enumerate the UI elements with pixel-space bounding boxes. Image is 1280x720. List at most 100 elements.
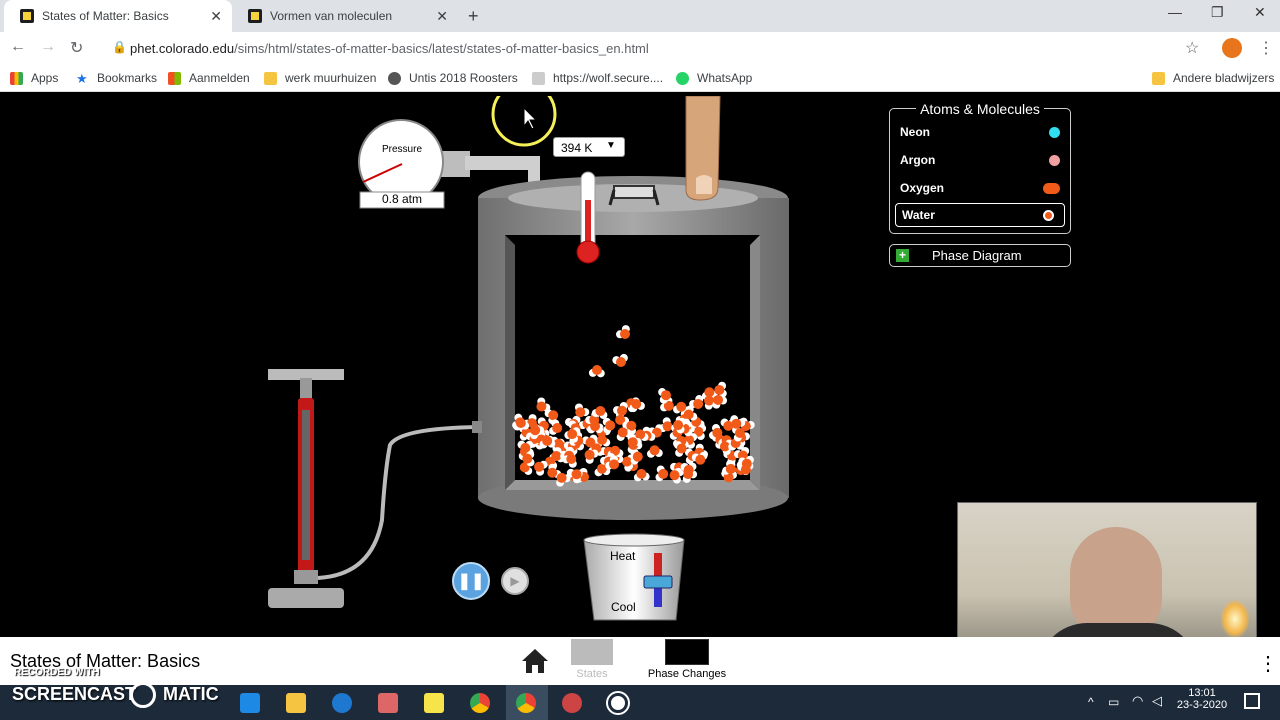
folder-icon <box>264 71 277 85</box>
expand-plus-icon: + <box>896 249 909 262</box>
wifi-icon[interactable]: ◠ <box>1132 693 1143 709</box>
reload-icon[interactable]: ↻ <box>70 38 83 58</box>
minimize-icon[interactable]: — <box>1168 4 1182 20</box>
menu-icon[interactable]: ⋮ <box>1258 38 1274 58</box>
bookmark-whatsapp[interactable]: WhatsApp <box>676 71 752 85</box>
volume-icon[interactable]: ◁ <box>1152 693 1162 709</box>
states-label: States <box>576 668 608 680</box>
bookmark-aanmelden[interactable]: Aanmelden <box>168 71 250 85</box>
radio-neon[interactable]: Neon <box>890 123 1070 145</box>
window-close-icon[interactable]: ✕ <box>1254 4 1266 21</box>
watermark-brand: SCREENCAST <box>12 684 137 704</box>
file-explorer-icon[interactable] <box>286 693 306 713</box>
screen-phase-changes-button[interactable]: Phase Changes <box>644 639 730 683</box>
screencast-icon[interactable] <box>608 693 628 713</box>
simulation-canvas: Pressure 0.8 atm 394 K ▼ Heat Cool ❚❚ ▶ … <box>0 96 1280 637</box>
phase-changes-screen-icon <box>665 639 709 665</box>
bookmark-apps[interactable]: Apps <box>10 71 58 85</box>
lamp-light <box>1220 599 1250 637</box>
tray-chevron-icon[interactable]: ^ <box>1088 695 1094 709</box>
radio-argon[interactable]: Argon <box>890 151 1070 173</box>
presenter-shirt <box>1038 623 1198 637</box>
url-host: phet.colorado.edu <box>130 40 235 56</box>
close-tab-icon[interactable]: ✕ <box>436 8 448 25</box>
internet-explorer-icon[interactable] <box>332 693 352 713</box>
extension-icon[interactable] <box>1222 38 1242 58</box>
chrome-active-icon[interactable] <box>516 693 536 713</box>
whatsapp-icon <box>676 71 689 85</box>
clock-time: 13:01 <box>1188 687 1216 699</box>
maximize-icon[interactable]: ❐ <box>1211 4 1224 21</box>
heat-cool-slider[interactable] <box>643 575 673 589</box>
screen-states-button[interactable]: States <box>568 639 616 683</box>
phase-diagram-label: Phase Diagram <box>932 248 1022 263</box>
oxygen-molecule-icon <box>1043 183 1060 194</box>
states-screen-icon <box>571 639 613 665</box>
phet-favicon-icon <box>248 9 262 23</box>
phet-favicon-icon <box>20 9 34 23</box>
pressure-label: Pressure <box>381 144 422 155</box>
water-molecule-icon <box>1043 210 1054 221</box>
clock[interactable]: 13:01 23-3-2020 <box>1170 687 1234 711</box>
clock-date: 23-3-2020 <box>1176 699 1228 711</box>
dropdown-arrow-icon: ▼ <box>606 140 616 151</box>
close-tab-icon[interactable]: ✕ <box>210 8 222 25</box>
sticky-notes-icon[interactable] <box>424 693 444 713</box>
sim-app-icon[interactable] <box>562 693 582 713</box>
battery-icon[interactable]: ▭ <box>1108 695 1119 709</box>
mouse-cursor-icon <box>523 106 538 130</box>
step-icon: ▶ <box>510 574 520 588</box>
argon-atom-icon <box>1049 155 1060 166</box>
atoms-panel-title: Atoms & Molecules <box>916 101 1044 117</box>
home-button[interactable] <box>520 647 550 675</box>
phase-changes-label: Phase Changes <box>647 668 727 680</box>
bookmarks-bar: Apps ★ Bookmarks Aanmelden werk muurhuize… <box>0 64 1280 92</box>
lock-icon: 🔒 <box>112 40 127 54</box>
temperature-readout[interactable]: 394 K ▼ <box>553 137 625 157</box>
browser-tab-bar: States of Matter: Basics ✕ Vormen van mo… <box>0 0 1280 32</box>
atoms-molecules-panel: Atoms & Molecules Neon Argon Oxygen Wate… <box>889 101 1071 234</box>
new-tab-icon[interactable]: + <box>468 6 479 27</box>
folder-icon <box>1152 71 1165 85</box>
radio-oxygen[interactable]: Oxygen <box>890 179 1070 201</box>
chrome-icon[interactable] <box>470 693 490 713</box>
page-icon <box>532 71 545 85</box>
tab-vormen-van-moleculen[interactable]: Vormen van moleculen ✕ <box>232 0 458 32</box>
bookmark-bookmarks[interactable]: ★ Bookmarks <box>76 71 157 85</box>
pressure-value: 0.8 atm <box>381 192 423 206</box>
neon-atom-icon <box>1049 127 1060 138</box>
bookmark-wolf[interactable]: https://wolf.secure.... <box>532 71 663 85</box>
browser-nav-bar: ← → ↻ 🔒 phet.colorado.edu/sims/html/stat… <box>0 32 1280 64</box>
bookmark-other[interactable]: Andere bladwijzers <box>1152 71 1274 85</box>
webcam-overlay <box>957 502 1257 637</box>
forward-icon[interactable]: → <box>40 38 56 56</box>
paint-icon[interactable] <box>378 693 398 713</box>
phet-navigation-bar: States of Matter: Basics States Phase Ch… <box>0 637 1280 685</box>
bookmark-untis[interactable]: Untis 2018 Roosters <box>388 71 518 85</box>
temperature-value: 394 K <box>561 141 593 155</box>
finger-pointer[interactable] <box>685 96 721 201</box>
pause-icon: ❚❚ <box>457 573 485 590</box>
home-icon <box>522 649 548 673</box>
globe-icon <box>388 71 401 85</box>
mail-icon[interactable] <box>240 693 260 713</box>
radio-water[interactable]: Water <box>895 203 1065 227</box>
address-bar[interactable]: 🔒 phet.colorado.edu/sims/html/states-of-… <box>104 35 1214 61</box>
phet-menu-icon[interactable]: ⋮ <box>1258 651 1278 676</box>
heat-label: Heat <box>610 549 636 563</box>
bicycle-pump[interactable] <box>268 369 482 608</box>
bookmark-werk-muurhuizen[interactable]: werk muurhuizen <box>264 71 376 85</box>
apps-grid-icon <box>10 71 23 85</box>
phase-diagram-button[interactable]: + Phase Diagram <box>889 244 1071 267</box>
presenter-face <box>1070 527 1162 637</box>
step-button[interactable]: ▶ <box>501 567 529 595</box>
bookmark-star-icon[interactable]: ☆ <box>1185 38 1199 58</box>
cool-label: Cool <box>611 600 636 614</box>
watermark-brand-2: MATIC <box>163 684 219 704</box>
star-icon: ★ <box>76 70 88 86</box>
tab-states-of-matter[interactable]: States of Matter: Basics ✕ <box>4 0 232 32</box>
back-icon[interactable]: ← <box>10 38 26 56</box>
pause-button[interactable]: ❚❚ <box>452 562 490 600</box>
url-path: /sims/html/states-of-matter-basics/lates… <box>234 40 649 56</box>
notifications-icon[interactable] <box>1244 693 1260 709</box>
